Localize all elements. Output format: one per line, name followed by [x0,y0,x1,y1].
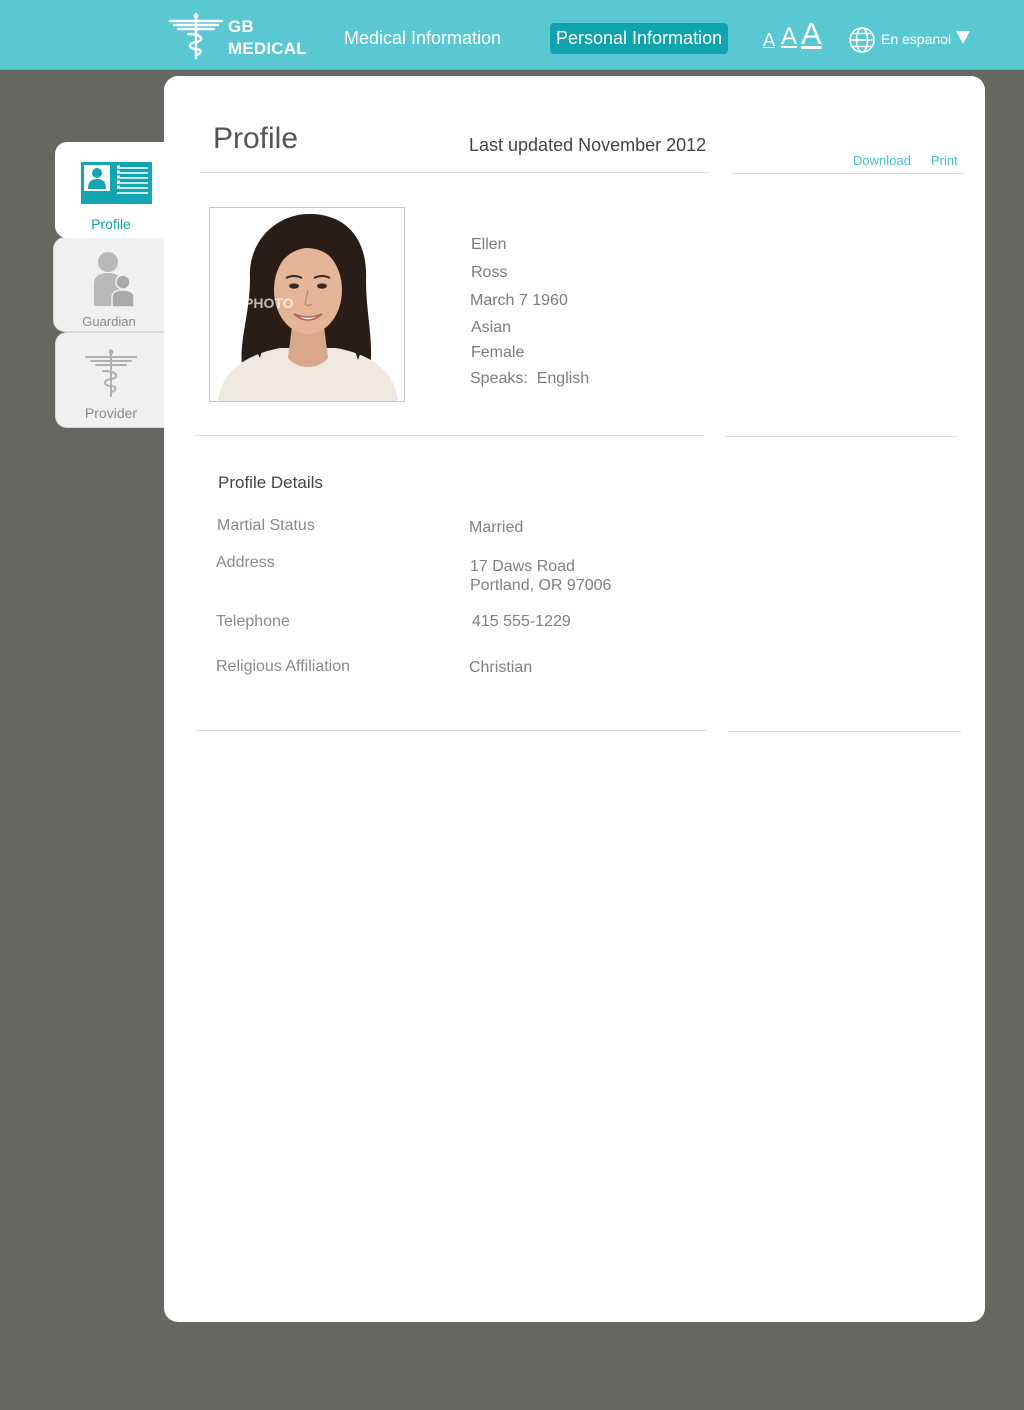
nav-medical-information[interactable]: Medical Information [344,28,501,49]
address-line-1: 17 Daws Road [470,558,575,575]
guardian-icon [94,252,134,308]
download-link[interactable]: Download [853,153,911,168]
ethnicity: Asian [471,319,512,336]
language-label: En espanol [881,31,952,47]
tab-guardian-label: Guardian [82,314,136,329]
religion-value: Christian [469,659,533,676]
tab-profile-label: Profile [91,216,131,232]
font-size-small-button[interactable]: A [763,31,775,49]
logo[interactable]: GB MEDICAL [168,12,318,60]
divider [194,435,703,436]
religion-label: Religious Affiliation [216,658,351,675]
logo-line-1: GB [228,17,254,36]
print-link[interactable]: Print [931,153,958,168]
tab-guardian[interactable]: Guardian [53,237,165,332]
birth-date: March 7 1960 [470,292,568,309]
section-title: Profile Details [218,473,323,492]
globe-icon [849,27,875,53]
speaks-label: Speaks: [470,370,528,387]
first-name: Ellen [471,236,507,253]
tab-profile[interactable]: Profile [55,142,167,238]
languages-spoken: Speaks: English [470,370,589,388]
caduceus-icon [85,349,137,397]
logo-text: GB MEDICAL [228,16,307,60]
svg-text:PHOTO: PHOTO [244,295,294,311]
top-bar: GB MEDICAL Medical Information Personal … [0,0,1024,70]
logo-line-2: MEDICAL [228,39,307,58]
tab-provider[interactable]: Provider [55,332,167,428]
language-selector[interactable]: En espanol [848,25,978,53]
divider [732,173,964,174]
profile-card-icon [81,162,152,204]
marital-status-value: Married [469,519,524,536]
marital-status-label: Martial Status [217,517,315,534]
address-line-2: Portland, OR 97006 [470,577,612,594]
address-label: Address [216,554,275,571]
font-size-medium-button[interactable]: A [781,25,797,49]
profile-photo: PHOTO [209,207,405,402]
telephone-value: 415 555-1229 [472,613,571,630]
portrait-image: PHOTO [210,208,404,401]
page-title: Profile [213,122,299,155]
gender: Female [471,344,525,361]
font-size-large-button[interactable]: A [801,18,822,49]
last-updated: Last updated November 2012 [469,135,707,155]
caduceus-logo-icon [168,12,224,60]
speaks-value: English [536,370,590,387]
nav-personal-information[interactable]: Personal Information [550,23,729,54]
divider [725,436,958,437]
divider [200,172,710,173]
divider [196,730,706,731]
divider [728,731,961,732]
telephone-label: Telephone [216,613,290,630]
last-name: Ross [471,264,508,281]
tab-provider-label: Provider [84,405,138,421]
caret-down-icon [956,31,970,44]
